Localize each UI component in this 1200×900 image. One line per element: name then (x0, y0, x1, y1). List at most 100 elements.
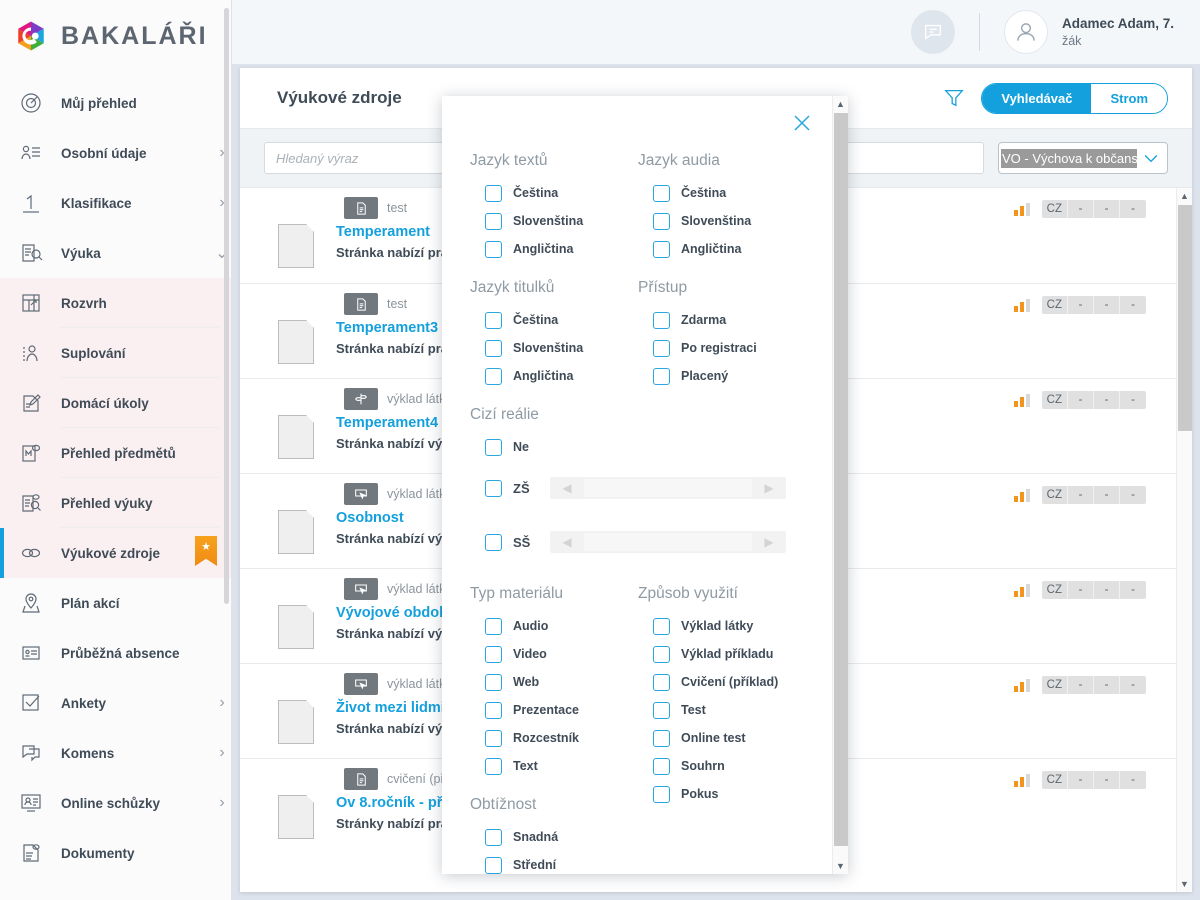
sidebar-item-vyuka[interactable]: Výuka ⌄ (0, 228, 231, 278)
sidebar-item-rozvrh[interactable]: Rozvrh (0, 278, 231, 328)
sidebar-item-suplovani[interactable]: Suplování (0, 328, 231, 378)
checkbox-row[interactable]: Test (653, 696, 806, 724)
checkbox-row[interactable]: Angličtina (485, 235, 638, 263)
sidebar-item-dokumenty[interactable]: Dokumenty (0, 828, 231, 878)
checkbox-icon[interactable] (653, 311, 670, 329)
tab-strom[interactable]: Strom (1091, 83, 1167, 113)
results-scrollbar[interactable]: ▲ ▼ (1176, 188, 1192, 892)
row-title[interactable]: Temperament (336, 224, 455, 240)
checkbox-row[interactable]: Čeština (485, 179, 638, 207)
sidebar-item-plan-akci[interactable]: Plán akcí (0, 578, 231, 628)
chevron-down-icon[interactable]: ▼ (1177, 876, 1192, 892)
checkbox-icon[interactable] (485, 533, 502, 551)
checkbox-row[interactable]: Slovenština (485, 207, 638, 235)
modal-scrollbar-thumb[interactable] (834, 113, 848, 846)
chevron-down-icon[interactable]: ▼ (833, 858, 848, 874)
checkbox-icon[interactable] (485, 311, 502, 329)
range-slider-ss[interactable]: ◀ ▶ (550, 531, 786, 553)
sidebar-item-muj-prehled[interactable]: Můj přehled (0, 78, 231, 128)
checkbox-icon[interactable] (485, 479, 502, 497)
arrow-right-icon[interactable]: ▶ (752, 535, 786, 549)
checkbox-row[interactable]: Audio (485, 612, 638, 640)
sidebar-scrollbar-thumb[interactable] (224, 8, 229, 604)
checkbox-icon[interactable] (485, 729, 502, 747)
checkbox-row[interactable]: Prezentace (485, 696, 638, 724)
checkbox-icon[interactable] (653, 729, 670, 747)
arrow-left-icon[interactable]: ◀ (550, 535, 584, 549)
checkbox-row[interactable]: Čeština (485, 306, 638, 334)
checkbox-row[interactable]: Slovenština (485, 334, 638, 362)
checkbox-icon[interactable] (485, 438, 502, 456)
checkbox-icon[interactable] (653, 212, 670, 230)
subject-select[interactable]: VO - Výchova k občans (998, 142, 1168, 174)
checkbox-icon[interactable] (485, 240, 502, 258)
checkbox-icon[interactable] (485, 212, 502, 230)
checkbox-icon[interactable] (653, 617, 670, 635)
checkbox-icon[interactable] (485, 339, 502, 357)
checkbox-row[interactable]: Souhrn (653, 752, 806, 780)
sidebar-item-ankety[interactable]: Ankety › (0, 678, 231, 728)
checkbox-row[interactable]: Slovenština (653, 207, 806, 235)
modal-scrollbar[interactable]: ▲ ▼ (832, 96, 848, 874)
checkbox-row[interactable]: Výklad příkladu (653, 640, 806, 668)
sidebar-item-prehled-predmetu[interactable]: Přehled předmětů (0, 428, 231, 478)
chevron-up-icon[interactable]: ▲ (1177, 188, 1192, 204)
arrow-left-icon[interactable]: ◀ (550, 481, 584, 495)
range-slider-zs[interactable]: ◀ ▶ (550, 477, 786, 499)
checkbox-row[interactable]: Zdarma (653, 306, 806, 334)
checkbox-icon[interactable] (485, 856, 502, 874)
sidebar-item-online-schuzky[interactable]: Online schůzky › (0, 778, 231, 828)
sidebar-item-osobni-udaje[interactable]: Osobní údaje › (0, 128, 231, 178)
checkbox-row[interactable]: Placený (653, 362, 806, 390)
bookmark-star-icon[interactable]: ★ (195, 536, 217, 566)
checkbox-row[interactable]: Výklad látky (653, 612, 806, 640)
slider-row-ss[interactable]: SŠ ◀ ▶ (485, 515, 832, 569)
slider-row-zs[interactable]: ZŠ ◀ ▶ (485, 461, 832, 515)
checkbox-row[interactable]: Angličtina (485, 362, 638, 390)
checkbox-icon[interactable] (653, 184, 670, 202)
checkbox-icon[interactable] (485, 645, 502, 663)
checkbox-icon[interactable] (485, 828, 502, 846)
checkbox-icon[interactable] (485, 757, 502, 775)
checkbox-icon[interactable] (485, 184, 502, 202)
sidebar-item-komens[interactable]: Komens › (0, 728, 231, 778)
view-toggle[interactable]: Vyhledávač Strom (981, 82, 1168, 114)
sidebar-item-domaci-ukoly[interactable]: Domácí úkoly (0, 378, 231, 428)
checkbox-row[interactable]: Po registraci (653, 334, 806, 362)
row-title[interactable]: Temperament4 (336, 415, 453, 431)
checkbox-icon[interactable] (485, 367, 502, 385)
slider-rail[interactable] (584, 479, 752, 497)
arrow-right-icon[interactable]: ▶ (752, 481, 786, 495)
checkbox-row[interactable]: Online test (653, 724, 806, 752)
checkbox-icon[interactable] (653, 339, 670, 357)
checkbox-icon[interactable] (485, 701, 502, 719)
checkbox-row[interactable]: Web (485, 668, 638, 696)
checkbox-icon[interactable] (485, 617, 502, 635)
sidebar-item-prubezna-absence[interactable]: Průběžná absence (0, 628, 231, 678)
slider-rail[interactable] (584, 533, 752, 551)
row-title[interactable]: Život mezi lidmi (336, 700, 453, 716)
row-title[interactable]: Osobnost (336, 510, 453, 526)
checkbox-row[interactable]: Střední (485, 851, 638, 874)
checkbox-row[interactable]: Video (485, 640, 638, 668)
close-icon[interactable] (789, 110, 815, 136)
row-title[interactable]: Temperament3 (336, 320, 455, 336)
checkbox-icon[interactable] (653, 785, 670, 803)
user-avatar-icon[interactable] (1003, 10, 1048, 54)
checkbox-row[interactable]: Čeština (653, 179, 806, 207)
checkbox-row[interactable]: Snadná (485, 823, 638, 851)
sidebar-item-klasifikace[interactable]: Klasifikace › (0, 178, 231, 228)
message-icon[interactable] (910, 10, 955, 54)
checkbox-icon[interactable] (485, 673, 502, 691)
sidebar-item-prehled-vyuky[interactable]: Přehled výuky (0, 478, 231, 528)
checkbox-icon[interactable] (653, 757, 670, 775)
checkbox-row[interactable]: Ne (485, 433, 832, 461)
checkbox-icon[interactable] (653, 645, 670, 663)
checkbox-row[interactable]: Pokus (653, 780, 806, 808)
checkbox-icon[interactable] (653, 701, 670, 719)
results-scrollbar-thumb[interactable] (1178, 205, 1192, 431)
tab-vyhledavac[interactable]: Vyhledávač (982, 83, 1092, 113)
checkbox-icon[interactable] (653, 673, 670, 691)
checkbox-row[interactable]: Angličtina (653, 235, 806, 263)
checkbox-row[interactable]: Text (485, 752, 638, 780)
